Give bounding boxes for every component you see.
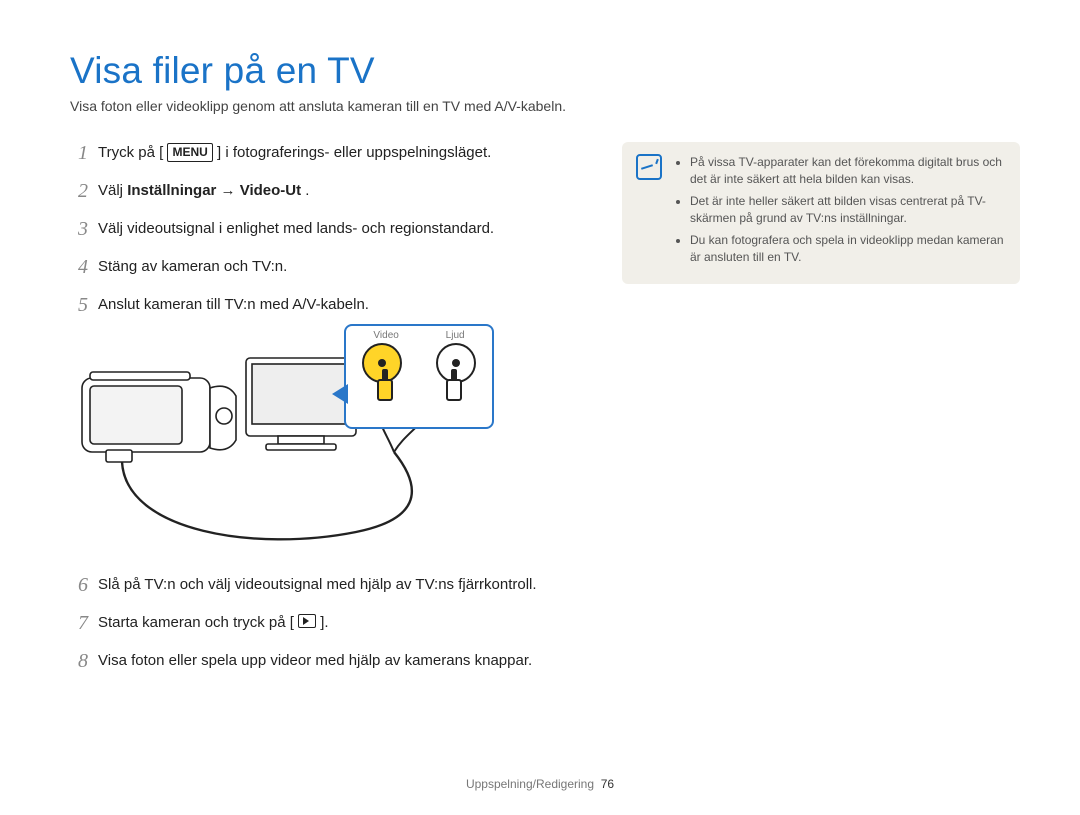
step-1-text-b: ] i fotograferings- eller uppspelningslä… [217, 144, 491, 161]
note-item: Det är inte heller säkert att bilden vis… [690, 193, 1004, 228]
step-7-text-b: ]. [320, 614, 328, 631]
step-1: 1 Tryck på [ MENU ] i fotograferings- el… [70, 142, 580, 164]
av-ports-callout: Video Ljud [344, 324, 494, 429]
step-3: 3 Välj videoutsignal i enlighet med land… [70, 218, 580, 240]
footer-page-number: 76 [601, 777, 614, 791]
connection-diagram: Video Ljud [76, 332, 496, 562]
step-2-text-e: . [305, 182, 309, 199]
step-6: 6 Slå på TV:n och välj videoutsignal med… [70, 574, 580, 596]
step-number: 1 [70, 142, 88, 164]
playback-icon [298, 614, 316, 628]
step-5: 5 Anslut kameran till TV:n med A/V-kabel… [70, 294, 580, 316]
step-number: 2 [70, 180, 88, 202]
step-8-text: Visa foton eller spela upp videor med hj… [98, 650, 580, 672]
step-number: 8 [70, 650, 88, 672]
video-plug-icon [377, 379, 393, 421]
footer-section: Uppspelning/Redigering [466, 777, 594, 791]
step-number: 5 [70, 294, 88, 316]
step-number: 7 [70, 612, 88, 634]
step-7-text-a: Starta kameran och tryck på [ [98, 614, 294, 631]
step-2-bold-a: Inställningar [127, 182, 216, 199]
step-number: 4 [70, 256, 88, 278]
step-4: 4 Stäng av kameran och TV:n. [70, 256, 580, 278]
step-7: 7 Starta kameran och tryck på [ ]. [70, 612, 580, 634]
menu-chip: MENU [167, 143, 212, 162]
step-2-text-a: Välj [98, 182, 127, 199]
step-1-text-a: Tryck på [ [98, 144, 163, 161]
step-2: 2 Välj Inställningar → Video-Ut . [70, 180, 580, 202]
note-item: På vissa TV-apparater kan det förekomma … [690, 154, 1004, 189]
page-subtitle: Visa foton eller videoklipp genom att an… [70, 98, 1020, 114]
step-5-text: Anslut kameran till TV:n med A/V-kabeln. [98, 294, 580, 316]
step-number: 6 [70, 574, 88, 596]
step-2-arrow: → [221, 182, 240, 199]
audio-plug-icon [446, 379, 462, 421]
step-4-text: Stäng av kameran och TV:n. [98, 256, 580, 278]
page-footer: Uppspelning/Redigering 76 [0, 777, 1080, 791]
step-6-text: Slå på TV:n och välj videoutsignal med h… [98, 574, 580, 596]
page-title: Visa filer på en TV [70, 50, 1020, 92]
video-port-label: Video [373, 330, 398, 341]
step-8: 8 Visa foton eller spela upp videor med … [70, 650, 580, 672]
audio-port-label: Ljud [446, 330, 465, 341]
step-number: 3 [70, 218, 88, 240]
note-item: Du kan fotografera och spela in videokli… [690, 232, 1004, 267]
step-2-bold-b: Video-Ut [240, 182, 301, 199]
notes-box: På vissa TV-apparater kan det förekomma … [622, 142, 1020, 284]
step-3-text: Välj videoutsignal i enlighet med lands-… [98, 218, 580, 240]
note-icon [636, 154, 662, 180]
